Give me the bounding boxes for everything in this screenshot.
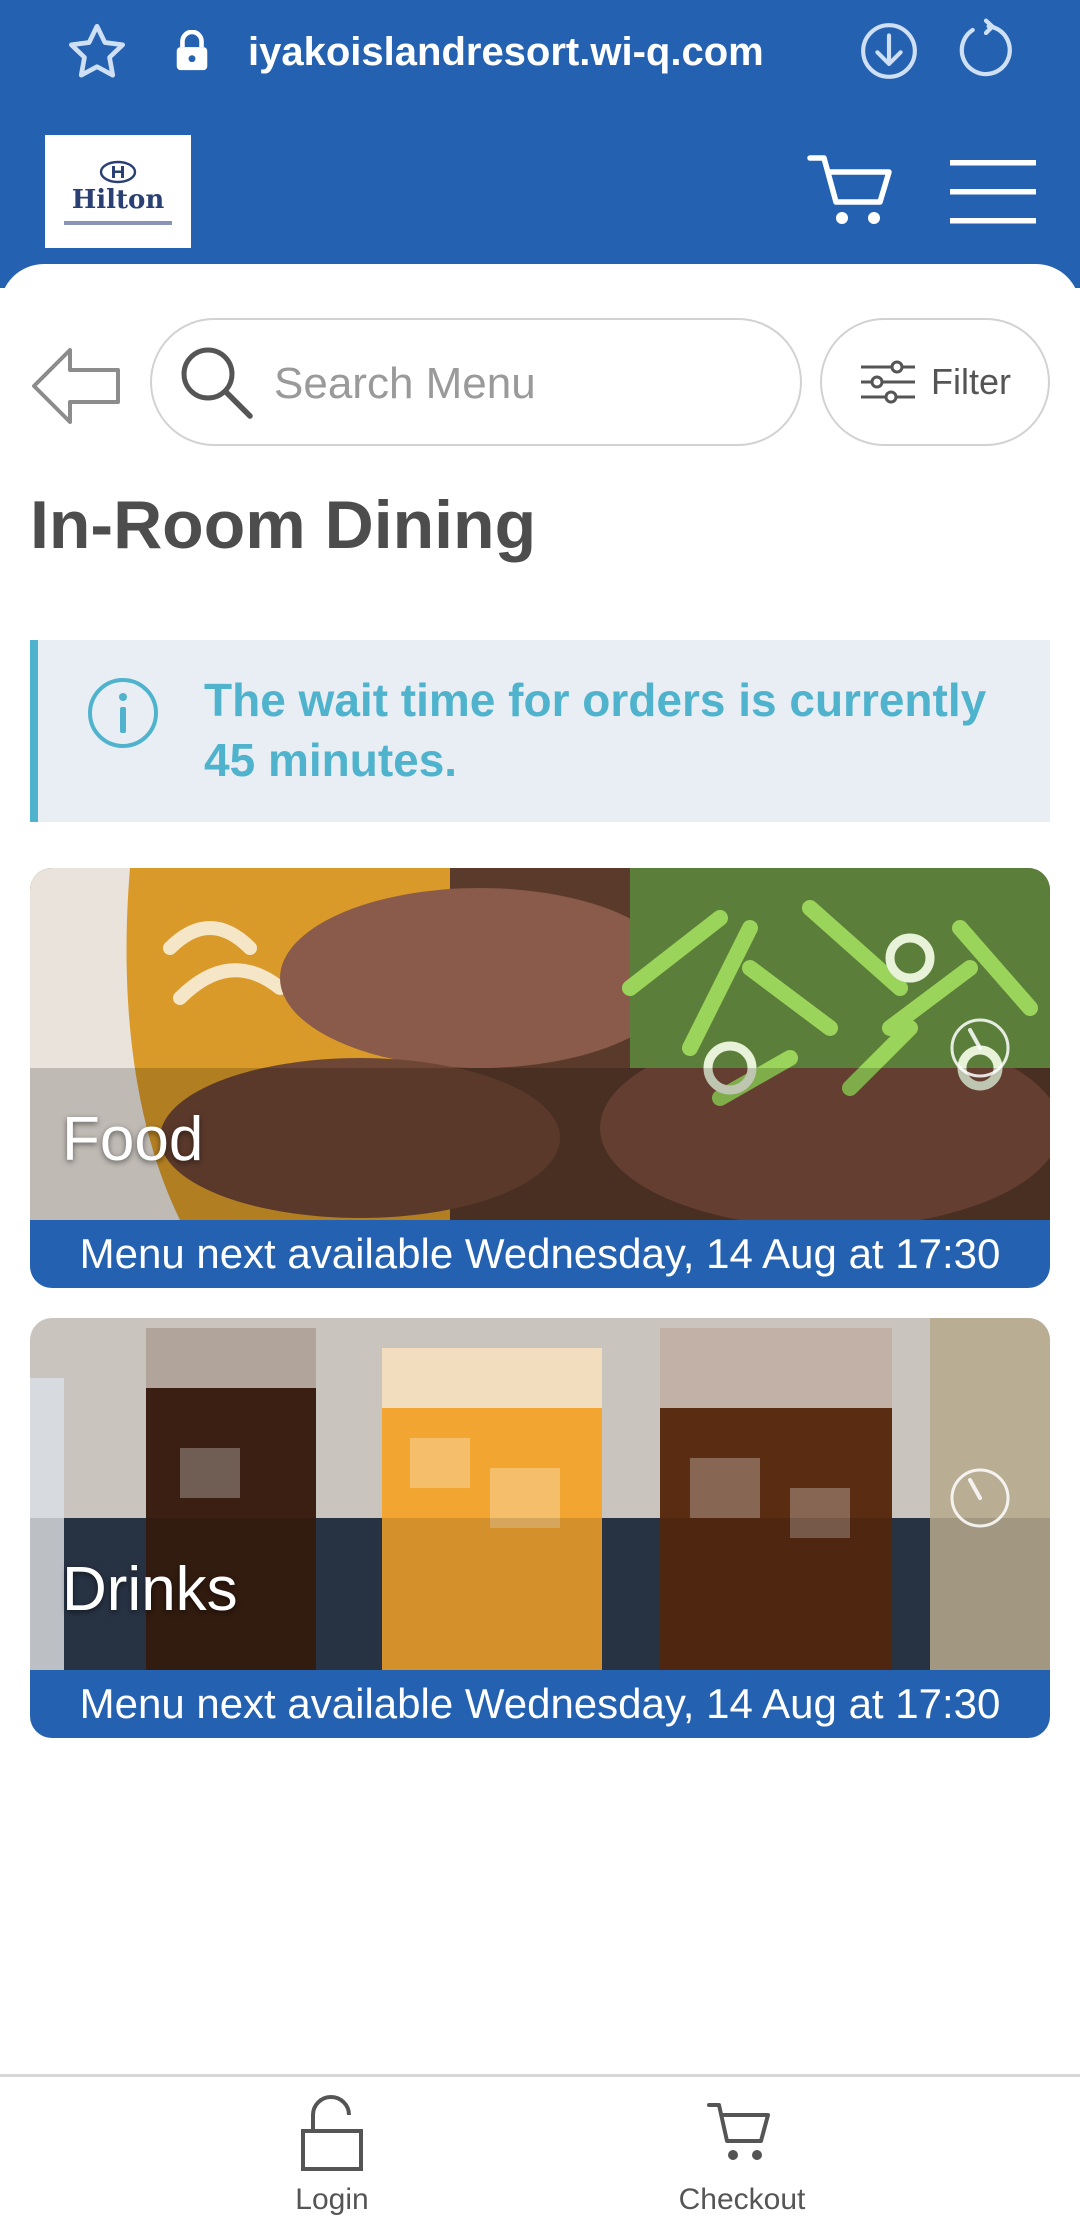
hamburger-menu-icon[interactable] [950,156,1036,228]
clock-icon [950,1018,1010,1078]
filter-label: Filter [931,361,1011,402]
menu-card-drinks[interactable]: Drinks Menu next available Wednesday, 14… [30,1318,1050,1738]
search-box[interactable] [150,318,802,446]
logo-subtitle-bar [64,220,172,225]
login-button[interactable]: Login [232,2093,432,2223]
menu-card-food[interactable]: Food Menu next available Wednesday, 14 A… [30,868,1050,1288]
cart-icon[interactable] [806,148,896,238]
back-arrow-icon[interactable] [30,342,122,430]
login-label: Login [295,2183,369,2216]
menu-availability: Menu next available Wednesday, 14 Aug at… [30,1670,1050,1738]
site-header: Hilton [0,118,1080,288]
logo-text: Hilton [71,184,165,215]
checkout-label: Checkout [678,2183,806,2216]
info-icon [88,678,158,748]
cart-icon [707,2103,770,2160]
page-title: In-Room Dining [30,487,537,563]
bookmark-star-icon[interactable] [62,18,132,88]
browser-address-bar: iyakoislandresort.wi-q.com [0,0,1080,118]
hilton-logo-mark-icon [99,160,137,183]
menu-card-title: Drinks [62,1555,238,1624]
lock-icon [176,30,208,71]
filter-sliders-icon [861,360,915,404]
wait-time-alert: The wait time for orders is currently 45… [30,640,1050,822]
menu-card-title: Food [62,1105,204,1174]
hilton-logo[interactable]: Hilton [45,135,191,248]
search-icon [181,347,253,419]
filter-button[interactable]: Filter [820,318,1050,446]
search-input[interactable] [272,342,776,426]
download-icon[interactable] [858,20,920,82]
url-text[interactable]: iyakoislandresort.wi-q.com [248,22,828,82]
checkout-button[interactable]: Checkout [642,2093,842,2223]
unlock-icon [301,2095,363,2171]
menu-availability: Menu next available Wednesday, 14 Aug at… [30,1220,1050,1288]
clock-icon [950,1468,1010,1528]
alert-message: The wait time for orders is currently 45… [204,674,987,786]
bottom-nav: Login Checkout [0,2074,1080,2224]
reload-icon[interactable] [954,18,1018,82]
